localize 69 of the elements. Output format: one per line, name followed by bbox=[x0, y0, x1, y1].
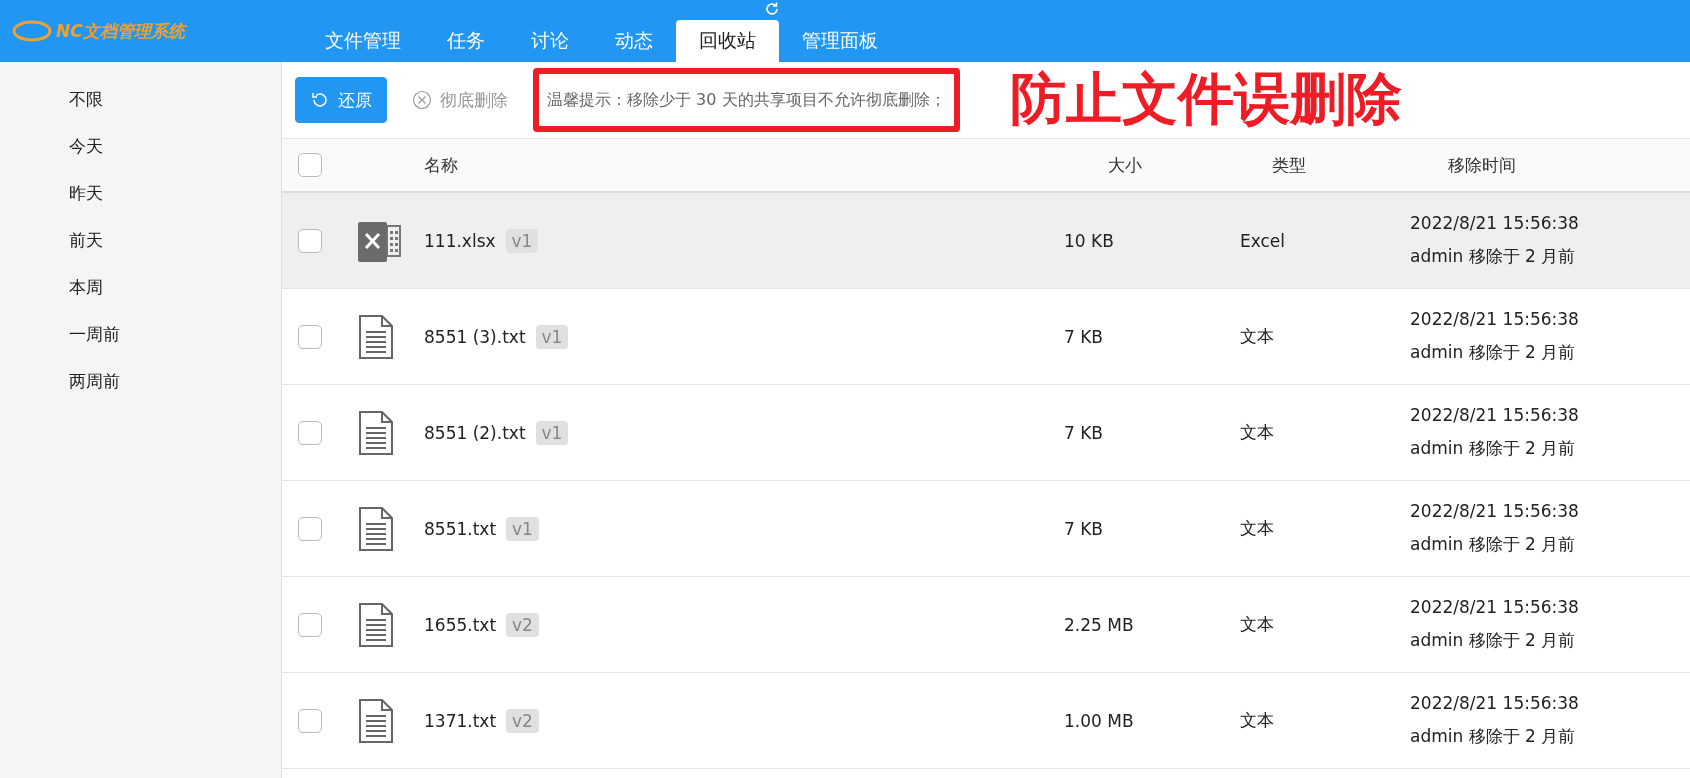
file-name[interactable]: 8551 (2).txt bbox=[424, 422, 526, 443]
removed-by: admin 移除于 2 月前 bbox=[1410, 437, 1576, 460]
text-file-icon bbox=[358, 697, 394, 744]
date-filter-item[interactable]: 前天 bbox=[0, 217, 281, 264]
removed-time: 2022/8/21 15:56:38 bbox=[1410, 501, 1579, 521]
column-header[interactable]: 移除时间 bbox=[1410, 153, 1690, 177]
row-checkbox[interactable] bbox=[298, 612, 322, 637]
removed-by: admin 移除于 2 月前 bbox=[1410, 533, 1576, 556]
removed-by: admin 移除于 2 月前 bbox=[1410, 725, 1576, 748]
close-circle-icon bbox=[412, 90, 432, 110]
row-checkbox[interactable] bbox=[298, 708, 322, 733]
removed-by: admin 移除于 2 月前 bbox=[1410, 245, 1576, 268]
version-badge: v1 bbox=[506, 516, 539, 541]
removed-by: admin 移除于 2 月前 bbox=[1410, 341, 1576, 364]
row-checkbox[interactable] bbox=[298, 228, 322, 253]
column-header[interactable]: 名称 bbox=[424, 153, 1064, 177]
removed-time: 2022/8/21 15:56:38 bbox=[1410, 597, 1579, 617]
column-header[interactable]: 大小 bbox=[1064, 153, 1240, 177]
logo-text: NC文档管理系统 bbox=[56, 19, 185, 43]
size-cell-text: 7 KB bbox=[1064, 422, 1105, 443]
size-cell-text: 2.25 MB bbox=[1064, 614, 1135, 635]
size-cell-text: 10 KB bbox=[1064, 230, 1115, 251]
type-cell-text: 文本 bbox=[1240, 517, 1275, 540]
removed-time: 2022/8/21 15:56:38 bbox=[1410, 693, 1579, 713]
tip-text: 温馨提示：移除少于 30 天的共享项目不允许彻底删除； bbox=[547, 89, 946, 111]
text-file-icon bbox=[358, 313, 394, 360]
refresh-icon[interactable] bbox=[764, 1, 780, 17]
row-checkbox[interactable] bbox=[298, 516, 322, 541]
removed-time: 2022/8/21 15:56:38 bbox=[1410, 309, 1579, 329]
file-name[interactable]: 111.xlsx bbox=[424, 230, 496, 251]
spreadsheet-file-icon bbox=[358, 219, 402, 262]
type-cell-text: 文本 bbox=[1240, 421, 1275, 444]
nav-tab[interactable]: 回收站 bbox=[676, 20, 779, 62]
type-cell-text: 文本 bbox=[1240, 613, 1275, 636]
removed-time: 2022/8/21 15:56:38 bbox=[1410, 213, 1579, 233]
type-cell-text: 文本 bbox=[1240, 709, 1275, 732]
removed-time: 2022/8/21 15:56:38 bbox=[1410, 405, 1579, 425]
version-badge: v2 bbox=[506, 708, 539, 733]
restore-icon bbox=[310, 90, 330, 110]
date-filter-item[interactable]: 昨天 bbox=[0, 170, 281, 217]
date-filter-item[interactable]: 两周前 bbox=[0, 358, 281, 405]
version-badge: v1 bbox=[535, 420, 569, 445]
version-badge: v1 bbox=[535, 324, 569, 349]
file-name[interactable]: 1655.txt bbox=[424, 614, 497, 635]
annotation-text: 防止文件误删除 bbox=[1009, 65, 1402, 133]
size-cell-text: 7 KB bbox=[1064, 326, 1105, 347]
column-header[interactable]: 类型 bbox=[1240, 153, 1410, 177]
date-filter-item[interactable]: 不限 bbox=[0, 76, 281, 123]
date-filter-item[interactable]: 今天 bbox=[0, 123, 281, 170]
row-checkbox[interactable] bbox=[298, 420, 322, 445]
file-name[interactable]: 1371.txt bbox=[424, 710, 497, 731]
text-file-icon bbox=[358, 601, 394, 648]
text-file-icon bbox=[358, 505, 394, 552]
text-file-icon bbox=[358, 409, 394, 456]
size-cell-text: 7 KB bbox=[1064, 518, 1105, 539]
type-cell-text: 文本 bbox=[1240, 325, 1275, 348]
select-all-checkbox[interactable] bbox=[298, 153, 322, 177]
date-filter-item[interactable]: 一周前 bbox=[0, 311, 281, 358]
date-filter-item[interactable]: 本周 bbox=[0, 264, 281, 311]
removed-by: admin 移除于 2 月前 bbox=[1410, 629, 1576, 652]
logo-icon bbox=[12, 19, 52, 43]
file-name[interactable]: 8551.txt bbox=[424, 518, 497, 539]
row-checkbox[interactable] bbox=[298, 324, 322, 349]
size-cell-text: 1.00 MB bbox=[1064, 710, 1135, 731]
type-cell-text: Excel bbox=[1240, 230, 1287, 251]
version-badge: v1 bbox=[505, 228, 539, 253]
version-badge: v2 bbox=[506, 612, 539, 637]
file-name[interactable]: 8551 (3).txt bbox=[424, 326, 526, 347]
file-row[interactable]: 111.xlsx v1 10 KB Excel 2022/8/21 15:56:38 admin 移除于 2 月前 bbox=[282, 193, 1690, 289]
